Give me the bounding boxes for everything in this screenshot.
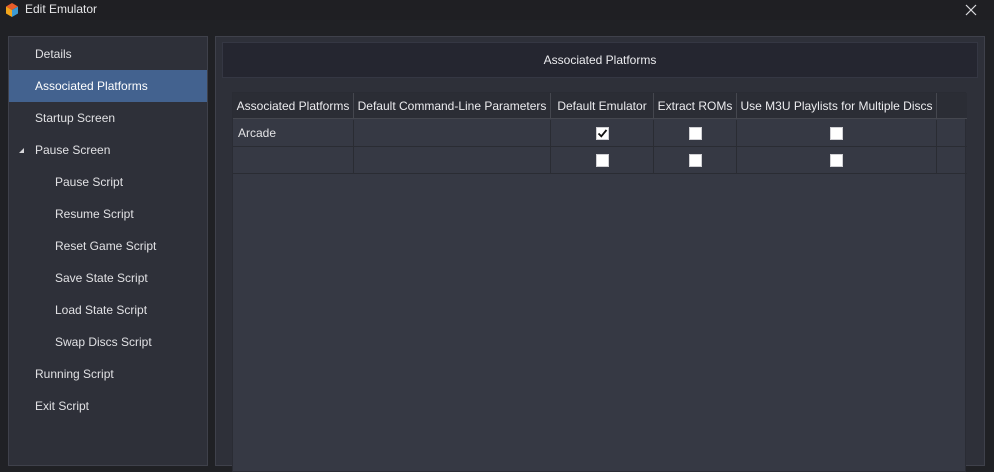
column-header-extract-roms[interactable]: Extract ROMs: [654, 93, 737, 119]
close-icon: [965, 4, 977, 16]
sidebar: Details Associated Platforms Startup Scr…: [8, 36, 208, 466]
sidebar-item-label: Exit Script: [35, 399, 90, 413]
title-bar: Edit Emulator: [0, 0, 994, 20]
main-panel: Associated Platforms Associated Platform…: [215, 36, 985, 472]
section-header: Associated Platforms: [222, 42, 978, 78]
default-emulator-checkbox[interactable]: [595, 153, 609, 167]
table-row-new[interactable]: [233, 147, 967, 174]
default-emulator-cell: [551, 147, 654, 173]
sidebar-item-resume-script[interactable]: Resume Script: [9, 198, 207, 230]
box-icon: [6, 3, 18, 17]
sidebar-item-label: Pause Screen: [35, 143, 111, 157]
close-button[interactable]: [948, 0, 994, 20]
sidebar-item-save-state-script[interactable]: Save State Script: [9, 262, 207, 294]
checkmark-icon: [597, 128, 607, 138]
sidebar-item-label: Load State Script: [55, 303, 148, 317]
use-m3u-checkbox[interactable]: [830, 153, 843, 167]
platforms-grid[interactable]: Associated Platforms Default Command-Lin…: [232, 92, 967, 472]
sidebar-item-startup-screen[interactable]: Startup Screen: [9, 102, 207, 134]
column-header-platform[interactable]: Associated Platforms: [233, 93, 354, 119]
params-cell[interactable]: [354, 120, 551, 146]
extract-roms-cell: [654, 120, 737, 146]
default-emulator-checkbox[interactable]: [595, 126, 609, 140]
expand-caret-icon[interactable]: [18, 147, 25, 154]
default-emulator-cell: [551, 120, 654, 146]
grid-header: Associated Platforms Default Command-Lin…: [233, 93, 967, 119]
sidebar-item-load-state-script[interactable]: Load State Script: [9, 294, 207, 326]
column-header-params[interactable]: Default Command-Line Parameters: [354, 93, 551, 119]
sidebar-item-label: Startup Screen: [35, 111, 116, 125]
column-header-default-emulator[interactable]: Default Emulator: [551, 93, 654, 119]
sidebar-item-label: Running Script: [35, 367, 114, 381]
use-m3u-cell: [737, 147, 937, 173]
sidebar-item-pause-screen[interactable]: Pause Screen: [9, 134, 207, 166]
extract-roms-checkbox[interactable]: [688, 153, 702, 167]
extract-roms-checkbox[interactable]: [688, 126, 702, 140]
sidebar-item-label: Swap Discs Script: [55, 335, 152, 349]
column-header-use-m3u[interactable]: Use M3U Playlists for Multiple Discs: [737, 93, 937, 119]
sidebar-item-running-script[interactable]: Running Script: [9, 358, 207, 390]
sidebar-item-reset-game-script[interactable]: Reset Game Script: [9, 230, 207, 262]
sidebar-item-label: Associated Platforms: [35, 79, 148, 93]
table-row[interactable]: Arcade: [233, 120, 967, 147]
sidebar-item-pause-script[interactable]: Pause Script: [9, 166, 207, 198]
sidebar-item-label: Pause Script: [55, 175, 124, 189]
window-title: Edit Emulator: [25, 2, 98, 16]
sidebar-item-exit-script[interactable]: Exit Script: [9, 390, 207, 422]
sidebar-item-label: Save State Script: [55, 271, 148, 285]
column-header-filler: [937, 93, 967, 119]
params-cell[interactable]: [354, 147, 551, 173]
sidebar-item-associated-platforms[interactable]: Associated Platforms: [9, 70, 207, 102]
use-m3u-checkbox[interactable]: [830, 126, 843, 140]
use-m3u-cell: [737, 120, 937, 146]
sidebar-item-swap-discs-script[interactable]: Swap Discs Script: [9, 326, 207, 358]
sidebar-item-details[interactable]: Details: [9, 38, 207, 70]
extract-roms-cell: [654, 147, 737, 173]
sidebar-item-label: Reset Game Script: [55, 239, 157, 253]
platform-cell[interactable]: Arcade: [233, 120, 354, 146]
sidebar-item-label: Details: [35, 47, 72, 61]
platform-cell[interactable]: [233, 147, 354, 173]
sidebar-item-label: Resume Script: [55, 207, 134, 221]
